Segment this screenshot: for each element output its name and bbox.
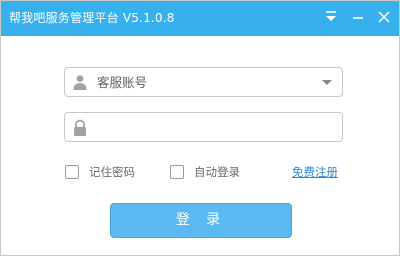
window-title: 帮我吧服务管理平台 V5.1.0.8 <box>9 11 175 25</box>
remember-password-label: 记住密码 <box>89 165 135 179</box>
login-window: 帮我吧服务管理平台 V5.1.0.8 客服账号 记住密码 自动登录 免费注册 登… <box>0 0 400 256</box>
auto-login-box[interactable] <box>170 165 184 179</box>
password-field[interactable] <box>64 112 343 142</box>
password-input[interactable] <box>97 117 307 137</box>
remember-password-box[interactable] <box>65 165 79 179</box>
login-button[interactable]: 登 录 <box>110 203 292 238</box>
auto-login-label: 自动登录 <box>194 165 240 179</box>
title-bar[interactable]: 帮我吧服务管理平台 V5.1.0.8 <box>1 1 399 36</box>
minimize-icon[interactable] <box>348 7 368 27</box>
account-field[interactable] <box>64 67 343 97</box>
user-icon <box>72 74 88 90</box>
chevron-down-icon[interactable] <box>322 80 332 85</box>
dropdown-menu-icon[interactable] <box>321 7 341 27</box>
register-link[interactable]: 免费注册 <box>292 165 338 179</box>
account-input[interactable] <box>97 72 307 92</box>
close-icon[interactable] <box>374 7 394 27</box>
lock-icon <box>72 119 88 136</box>
